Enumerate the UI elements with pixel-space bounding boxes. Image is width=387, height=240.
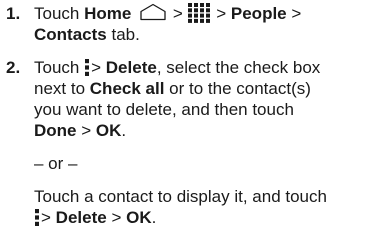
check-all-label: Check all <box>89 79 165 98</box>
step-2-alt-line-2: > Delete > OK. <box>34 207 156 228</box>
done-label: Done <box>34 121 77 140</box>
step-2-text: , select the check box <box>156 58 321 77</box>
step-2-line-2: next to Check all or to the contact(s) <box>34 78 311 99</box>
menu-icon <box>35 209 39 226</box>
step-2-alt-line-1: Touch a contact to display it, and touch <box>34 186 327 207</box>
touch-text: Touch <box>34 4 80 23</box>
step-2-line-1: Touch > Delete, select the check box <box>34 57 320 78</box>
step-2-text: next to <box>34 79 86 98</box>
step-1-line-2: Contacts tab. <box>34 24 140 45</box>
contacts-label: Contacts <box>34 25 107 44</box>
separator: > <box>291 4 302 23</box>
separator: > <box>81 121 92 140</box>
menu-icon <box>85 59 90 76</box>
tab-text: tab. <box>111 25 140 44</box>
apps-grid-icon <box>188 3 211 23</box>
delete-label: Delete <box>55 208 107 227</box>
step-number: 1. <box>6 4 21 23</box>
ok-label: OK <box>126 208 152 227</box>
separator: > <box>41 208 51 227</box>
step-number: 2. <box>6 58 21 77</box>
period: . <box>121 121 127 140</box>
delete-label: Delete <box>105 58 157 77</box>
home-label: Home <box>84 4 132 23</box>
step-2-line-4: Done > OK. <box>34 120 126 141</box>
home-icon <box>140 3 166 21</box>
separator: > <box>172 4 183 23</box>
separator: > <box>216 4 227 23</box>
step-2-alt-text: Touch a contact to display it, and touch <box>34 187 327 206</box>
separator: > <box>111 208 122 227</box>
step-1-line-1: Touch Home > > People > <box>34 3 301 24</box>
ok-label: OK <box>95 121 122 140</box>
step-2-text: you want to delete, and then touch <box>34 100 294 119</box>
step-2-line-3: you want to delete, and then touch <box>34 99 294 120</box>
period: . <box>151 208 157 227</box>
or-text: – or – <box>34 154 78 173</box>
separator: > <box>91 58 102 77</box>
people-label: People <box>230 4 287 23</box>
step-2-text: or to the contact(s) <box>169 79 311 98</box>
touch-text: Touch <box>34 58 80 77</box>
or-separator: – or – <box>34 153 77 174</box>
